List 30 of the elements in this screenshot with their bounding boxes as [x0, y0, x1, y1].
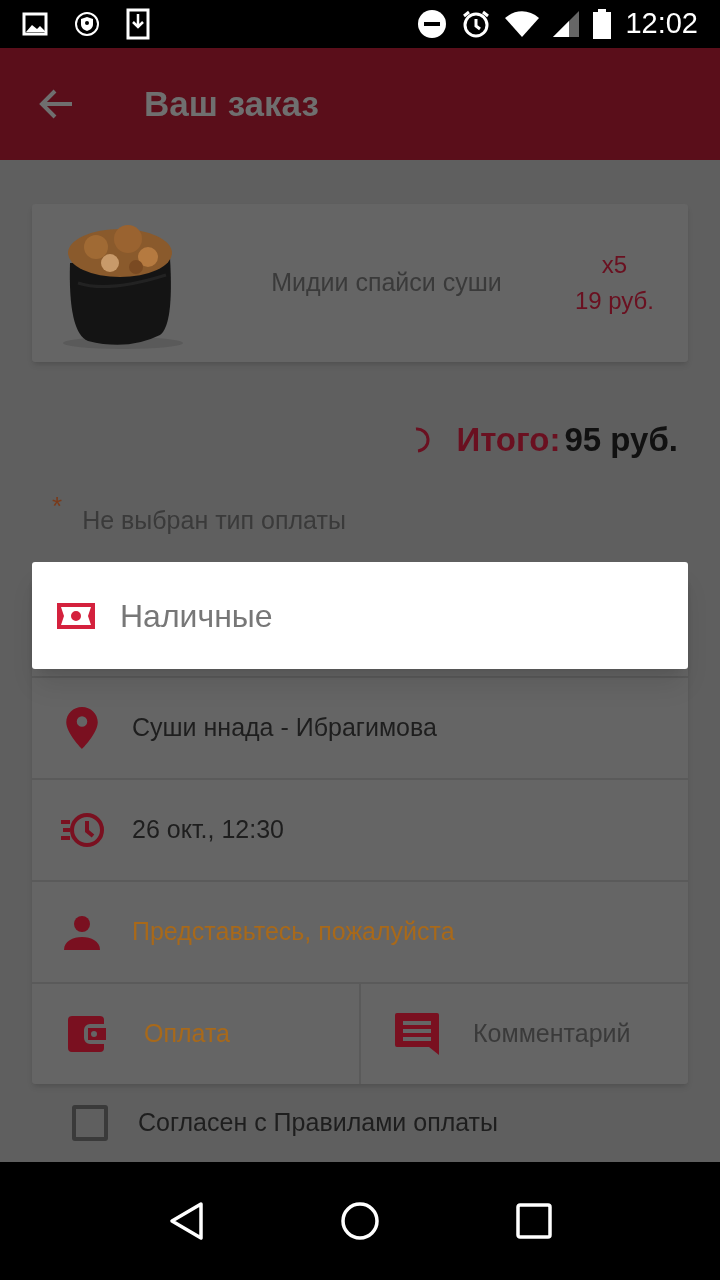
- wifi-icon: [505, 11, 540, 37]
- agreement-label: Согласен с Правилами оплаты: [138, 1107, 499, 1139]
- payment-option[interactable]: Наличные: [32, 562, 688, 669]
- download-icon: [126, 8, 150, 40]
- recents-nav-button[interactable]: [516, 1203, 552, 1239]
- image-icon: [22, 12, 48, 36]
- total-label: Итого:: [456, 420, 561, 461]
- shield-icon: [74, 11, 100, 37]
- battery-icon: [593, 9, 612, 39]
- agreement-checkbox[interactable]: [72, 1105, 108, 1141]
- status-time: 12:02: [625, 6, 698, 42]
- signal-icon: [553, 11, 580, 37]
- clock-icon: [59, 812, 105, 848]
- item-price: 19 руб.: [574, 286, 654, 316]
- detail-row[interactable]: Суши ннада - Ибрагимова: [32, 678, 688, 780]
- back-nav-button[interactable]: [168, 1201, 204, 1241]
- item-quantity: x5: [601, 250, 628, 280]
- wallet-icon: [68, 1014, 108, 1054]
- detail-row[interactable]: 26 окт., 12:30: [32, 780, 688, 882]
- alarm-icon: [461, 9, 492, 39]
- person-icon: [64, 914, 100, 950]
- cash-icon: [57, 602, 95, 629]
- do-not-disturb-icon: [417, 9, 448, 39]
- comment-icon: [395, 1013, 439, 1055]
- back-arrow-icon: [39, 89, 73, 119]
- total-value: 95 руб.: [564, 420, 678, 461]
- location-pin-icon: [66, 707, 98, 749]
- home-nav-button[interactable]: [340, 1201, 380, 1241]
- required-marker: *: [52, 496, 63, 516]
- screen-title: Ваш заказ: [144, 82, 319, 125]
